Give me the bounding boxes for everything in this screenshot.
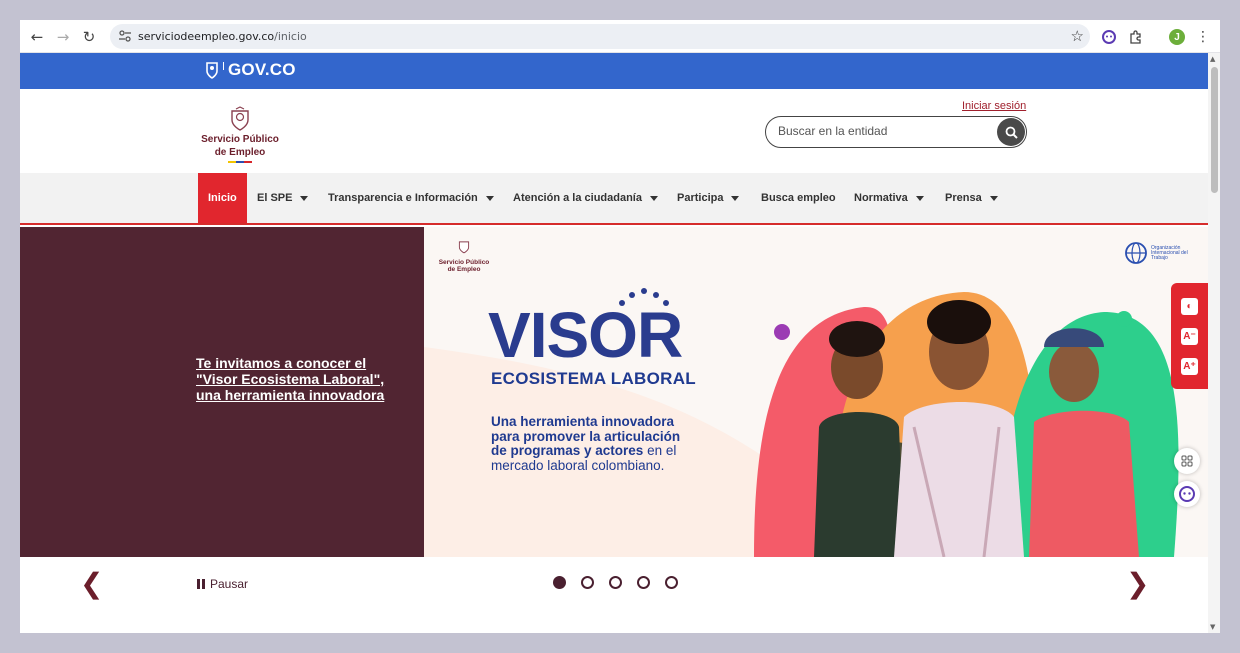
back-arrow-icon[interactable]: ←: [26, 26, 48, 48]
hero-banner-image[interactable]: Servicio Público de Empleo Organización …: [424, 227, 1208, 557]
address-bar[interactable]: serviciodeempleo.gov.co/inicio ☆: [110, 24, 1090, 49]
accessibility-toolbar: ◐ A⁻ A⁺: [1171, 283, 1208, 389]
banner-background-art: [424, 292, 1179, 557]
banner-logo-line1: Servicio Público: [438, 259, 490, 266]
spe-logo-line1: Servicio Público: [201, 134, 279, 145]
carousel-dots: [553, 576, 693, 589]
bookmark-star-icon[interactable]: ☆: [1071, 27, 1084, 45]
site-settings-icon[interactable]: [118, 29, 132, 43]
visor-subtitle: ECOSISTEMA LABORAL: [491, 369, 696, 388]
next-slide-icon[interactable]: ❯: [1126, 567, 1149, 600]
carousel-controls: ❮ Pausar ❯: [20, 557, 1208, 633]
browser-toolbar: ← → ↻ serviciodeempleo.gov.co/inicio ☆ J…: [20, 20, 1220, 53]
caret-down-icon: [915, 195, 924, 201]
visor-title: VISOR: [488, 299, 683, 371]
prev-slide-icon[interactable]: ❮: [80, 567, 103, 600]
spe-crest-icon: [231, 106, 249, 131]
caret-down-icon: [649, 195, 658, 201]
banner-spe-logo: Servicio Público de Empleo: [436, 239, 492, 273]
login-link[interactable]: Iniciar sesión: [962, 100, 1026, 112]
gov-bar: GOV.CO: [20, 53, 1208, 89]
caret-down-icon: [300, 195, 309, 201]
decrease-text-icon[interactable]: A⁻: [1181, 328, 1198, 345]
gov-logo-text: GOV.CO: [228, 60, 296, 79]
visor-description: Una herramienta innovadora para promover…: [491, 414, 731, 473]
nav-item-normativa[interactable]: Normativa: [854, 173, 924, 223]
nav-label: Busca empleo: [761, 192, 836, 204]
gov-shield-icon: [206, 62, 218, 79]
desc-bold-1: Una herramienta innovadora: [491, 414, 675, 429]
pause-button[interactable]: Pausar: [197, 577, 248, 591]
desc-bold-2: para promover la articulación: [491, 428, 681, 444]
forward-arrow-icon[interactable]: →: [52, 26, 74, 48]
scroll-up-icon[interactable]: ▲: [1210, 55, 1215, 63]
flag-stripe: [228, 161, 252, 163]
contrast-icon[interactable]: ◐: [1181, 298, 1198, 315]
search-button[interactable]: [997, 118, 1025, 146]
slide-dot-2[interactable]: [581, 576, 594, 589]
reload-icon[interactable]: ↻: [78, 26, 100, 48]
search-icon: [1005, 126, 1018, 139]
oit-globe-icon: [1125, 242, 1147, 264]
pause-label: Pausar: [210, 577, 249, 591]
slide-dot-4[interactable]: [637, 576, 650, 589]
main-nav: Inicio El SPE Transparencia e Informació…: [20, 173, 1208, 225]
profile-initial: J: [1169, 29, 1185, 45]
nav-item-participa[interactable]: Participa: [677, 173, 740, 223]
hero-link[interactable]: Te invitamos a conocer el "Visor Ecosist…: [196, 355, 396, 403]
nav-label: Normativa: [854, 192, 908, 204]
slide-dot-5[interactable]: [665, 576, 678, 589]
slide-dot-1[interactable]: [553, 576, 566, 589]
site-header: Servicio Público de Empleo Iniciar sesió…: [20, 89, 1208, 173]
nav-label: Prensa: [945, 192, 982, 204]
url-text: serviciodeempleo.gov.co/inicio: [138, 30, 307, 43]
nav-item-busca-empleo[interactable]: Busca empleo: [761, 173, 836, 223]
oit-logo: Organización Internacional del Trabajo: [1124, 241, 1191, 265]
caret-down-icon: [989, 195, 998, 201]
browser-menu-icon[interactable]: ⋮: [1192, 26, 1214, 48]
slide-dot-3[interactable]: [609, 576, 622, 589]
hero-carousel: Te invitamos a conocer el "Visor Ecosist…: [20, 227, 1208, 557]
banner-crest-icon: [458, 241, 470, 254]
nav-label: El SPE: [257, 192, 293, 204]
nav-label: Inicio: [208, 192, 237, 204]
banner-logo-line2: de Empleo: [447, 266, 481, 273]
caret-down-icon: [485, 195, 494, 201]
nav-label: Transparencia e Información: [328, 192, 478, 204]
gov-co-logo[interactable]: GOV.CO: [205, 60, 296, 80]
spe-logo[interactable]: Servicio Público de Empleo: [198, 106, 282, 163]
chat-assistant-icon[interactable]: [1174, 481, 1200, 507]
gov-logo-separator: [223, 62, 224, 70]
scroll-thumb[interactable]: [1211, 67, 1218, 193]
desc-bold-3: de programas y actores: [491, 443, 644, 458]
nav-item-atencion[interactable]: Atención a la ciudadanía: [513, 173, 658, 223]
apps-grid-icon[interactable]: [1174, 448, 1200, 474]
nav-item-inicio[interactable]: Inicio: [198, 173, 247, 223]
nav-label: Atención a la ciudadanía: [513, 192, 642, 204]
nav-item-transparencia[interactable]: Transparencia e Información: [328, 173, 494, 223]
page-scrollbar[interactable]: ▲ ▼: [1208, 53, 1220, 633]
nav-label: Participa: [677, 192, 724, 204]
nav-item-el-spe[interactable]: El SPE: [257, 173, 309, 223]
increase-text-icon[interactable]: A⁺: [1181, 358, 1198, 375]
caret-down-icon: [731, 195, 740, 201]
spe-logo-line2: de Empleo: [214, 147, 266, 158]
oit-text: Organización Internacional del Trabajo: [1151, 244, 1188, 261]
hero-caption-panel: Te invitamos a conocer el "Visor Ecosist…: [20, 227, 424, 557]
search-input[interactable]: [778, 124, 988, 138]
profile-avatar[interactable]: J: [1166, 26, 1188, 48]
extensions-puzzle-icon[interactable]: [1125, 26, 1147, 48]
browser-window: ← → ↻ serviciodeempleo.gov.co/inicio ☆ J…: [20, 20, 1220, 633]
nav-item-prensa[interactable]: Prensa: [945, 173, 998, 223]
pause-icon: [197, 579, 205, 589]
search-box: [765, 116, 1027, 148]
extension-face-icon[interactable]: [1098, 26, 1120, 48]
page-viewport: GOV.CO Servicio Público de Empleo Inicia…: [20, 53, 1208, 633]
scroll-down-icon[interactable]: ▼: [1210, 623, 1215, 631]
